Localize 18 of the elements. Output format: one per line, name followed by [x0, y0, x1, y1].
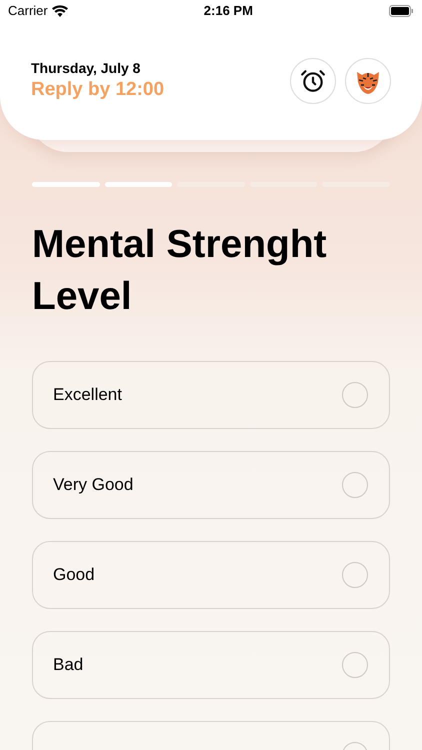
date-label: Thursday, July 8: [31, 59, 142, 77]
carrier-label: Carrier: [8, 2, 48, 20]
battery-icon: [389, 5, 414, 17]
alarm-clock-icon: [300, 68, 326, 94]
deadline-label: Reply by 12:00: [31, 78, 164, 102]
wifi-icon: [52, 5, 68, 17]
answer-option[interactable]: Good: [32, 541, 390, 609]
radio-button[interactable]: [342, 472, 368, 498]
question-title: Mental Strenght Level: [31, 222, 328, 320]
answer-option[interactable]: Excellent: [32, 361, 390, 429]
answer-option[interactable]: Very Good: [32, 451, 390, 519]
alarm-button[interactable]: [290, 58, 336, 104]
radio-button[interactable]: [342, 562, 368, 588]
radio-button[interactable]: [342, 652, 368, 678]
radio-button[interactable]: [342, 382, 368, 408]
answer-option[interactable]: Bad: [32, 631, 390, 699]
clock-time: 2:16 PM: [204, 2, 253, 20]
profile-button[interactable]: [345, 58, 391, 104]
